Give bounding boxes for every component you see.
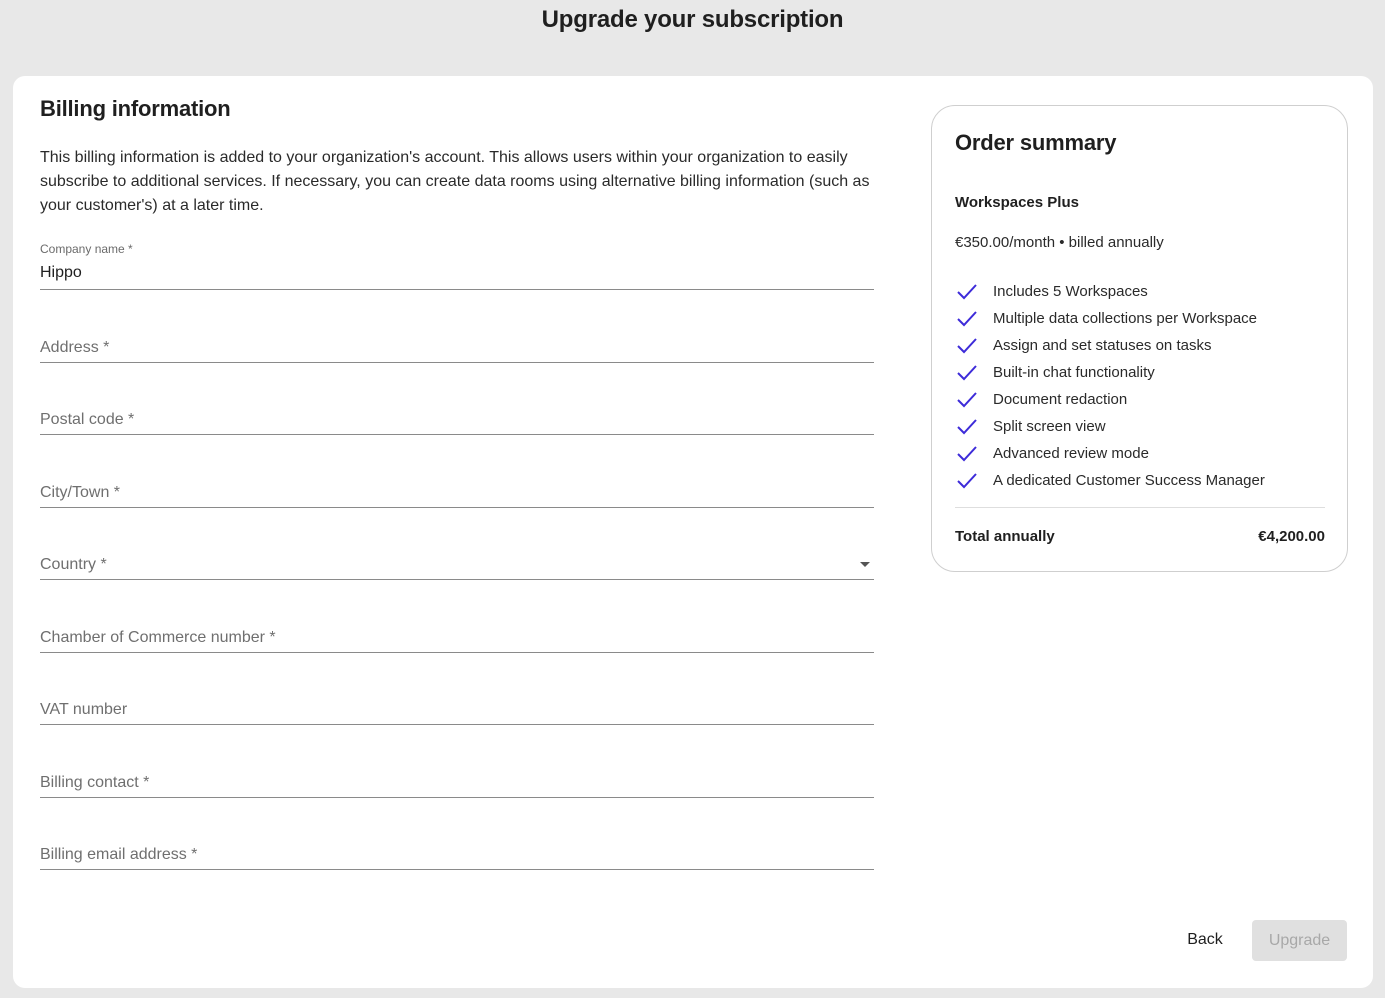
feature-label: Includes 5 Workspaces bbox=[993, 283, 1148, 300]
total-value: €4,200.00 bbox=[1258, 528, 1325, 545]
billing-title: Billing information bbox=[40, 96, 231, 121]
check-icon bbox=[955, 417, 979, 437]
upgrade-button[interactable]: Upgrade bbox=[1252, 920, 1347, 961]
billing-description: This billing information is added to you… bbox=[40, 149, 870, 214]
plan-name: Workspaces Plus bbox=[955, 194, 1079, 211]
feature-label: A dedicated Customer Success Manager bbox=[993, 472, 1265, 489]
billing-contact-placeholder: Billing contact * bbox=[40, 774, 150, 791]
chevron-down-icon bbox=[860, 562, 870, 567]
check-icon bbox=[955, 336, 979, 356]
feature-label: Split screen view bbox=[993, 418, 1106, 435]
divider bbox=[955, 507, 1325, 508]
total-label: Total annually bbox=[955, 528, 1055, 545]
vat-number-placeholder: VAT number bbox=[40, 701, 128, 718]
feature-item: Document redaction bbox=[955, 386, 1265, 413]
check-icon bbox=[955, 444, 979, 464]
feature-item: Split screen view bbox=[955, 413, 1265, 440]
check-icon bbox=[955, 282, 979, 302]
back-button[interactable]: Back bbox=[1173, 920, 1237, 960]
country-select[interactable]: Country * bbox=[40, 540, 874, 580]
order-summary-title: Order summary bbox=[955, 130, 1117, 155]
billing-email-field[interactable]: Billing email address * bbox=[40, 830, 874, 870]
coc-number-field[interactable]: Chamber of Commerce number * bbox=[40, 613, 874, 653]
city-placeholder: City/Town * bbox=[40, 484, 121, 501]
feature-item: Includes 5 Workspaces bbox=[955, 278, 1265, 305]
feature-list: Includes 5 Workspaces Multiple data colle… bbox=[955, 278, 1265, 494]
billing-contact-field[interactable]: Billing contact * bbox=[40, 758, 874, 798]
coc-number-placeholder: Chamber of Commerce number * bbox=[40, 629, 276, 646]
plan-price: €350.00/month • billed annually bbox=[955, 234, 1164, 251]
vat-number-field[interactable]: VAT number bbox=[40, 685, 874, 725]
city-field[interactable]: City/Town * bbox=[40, 468, 874, 508]
feature-label: Assign and set statuses on tasks bbox=[993, 337, 1212, 354]
order-summary: Order summary Workspaces Plus €350.00/mo… bbox=[931, 105, 1348, 572]
postal-code-field[interactable]: Postal code * bbox=[40, 395, 874, 435]
company-name-label: Company name * bbox=[40, 242, 133, 256]
company-name-value: Hippo bbox=[40, 264, 82, 281]
check-icon bbox=[955, 363, 979, 383]
address-field[interactable]: Address * bbox=[40, 323, 874, 363]
page-title: Upgrade your subscription bbox=[541, 6, 844, 33]
main-card: Billing information This billing informa… bbox=[13, 76, 1373, 988]
feature-item: Assign and set statuses on tasks bbox=[955, 332, 1265, 359]
feature-item: Multiple data collections per Workspace bbox=[955, 305, 1265, 332]
check-icon bbox=[955, 309, 979, 329]
feature-label: Document redaction bbox=[993, 391, 1128, 408]
feature-item: Advanced review mode bbox=[955, 440, 1265, 467]
address-placeholder: Address * bbox=[40, 339, 110, 356]
feature-item: A dedicated Customer Success Manager bbox=[955, 467, 1265, 494]
country-placeholder: Country * bbox=[40, 556, 107, 573]
feature-label: Multiple data collections per Workspace bbox=[993, 310, 1258, 327]
company-name-field[interactable]: Company name * Hippo bbox=[40, 242, 874, 290]
billing-email-placeholder: Billing email address * bbox=[40, 846, 198, 863]
feature-label: Advanced review mode bbox=[993, 445, 1149, 462]
postal-code-placeholder: Postal code * bbox=[40, 411, 135, 428]
feature-item: Built-in chat functionality bbox=[955, 359, 1265, 386]
check-icon bbox=[955, 471, 979, 491]
feature-label: Built-in chat functionality bbox=[993, 364, 1155, 381]
check-icon bbox=[955, 390, 979, 410]
